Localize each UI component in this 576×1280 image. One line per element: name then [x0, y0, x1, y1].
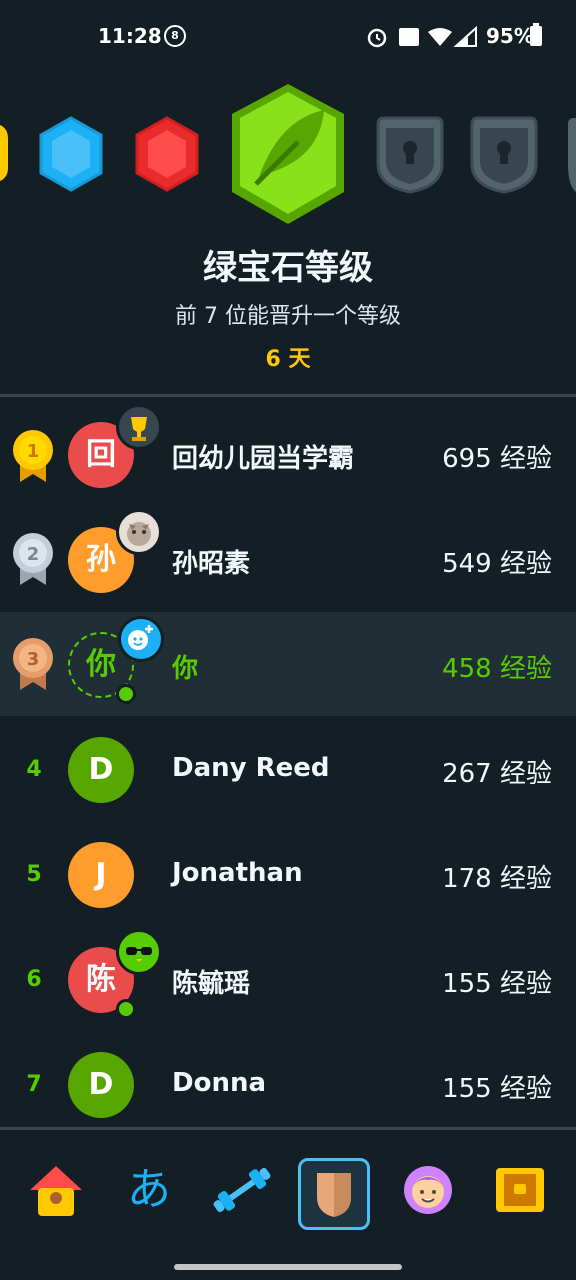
- divider: [0, 394, 576, 397]
- leaderboard-row[interactable]: 4 D Dany Reed 267 经验: [0, 717, 576, 821]
- profile-icon[interactable]: [392, 1154, 464, 1226]
- league-subtitle: 前 7 位能晋升一个等级: [175, 304, 401, 329]
- user-xp: 458 经验: [442, 654, 552, 684]
- locked-league-badge-icon: [470, 116, 538, 194]
- leaderboard-row[interactable]: 2 孙 孙昭素 549 经验: [0, 507, 576, 611]
- locked-league-badge-icon: [376, 116, 444, 194]
- notification-count-icon: 8: [164, 25, 186, 47]
- avatar: D: [68, 1052, 134, 1118]
- user-name: 陈毓瑶: [172, 969, 251, 999]
- league-title: 绿宝石等级: [203, 248, 373, 288]
- online-indicator: [116, 999, 136, 1019]
- sapphire-league-badge-icon: [39, 116, 103, 192]
- user-name: Jonathan: [172, 858, 303, 888]
- user-name: Donna: [172, 1068, 267, 1098]
- user-name: 你: [172, 654, 199, 684]
- ruby-league-badge-icon: [135, 116, 199, 192]
- volte-icon: [399, 28, 419, 46]
- battery-percent: 95%: [486, 24, 534, 48]
- locked-league-badge-icon: [568, 118, 576, 192]
- user-xp: 549 经验: [442, 549, 552, 579]
- gold-league-badge-icon: [0, 125, 8, 181]
- bottom-nav: あ: [0, 1132, 576, 1252]
- home-icon[interactable]: [20, 1154, 92, 1226]
- medal-rank: 2: [27, 544, 40, 565]
- divider: [0, 1127, 576, 1130]
- practice-icon[interactable]: [206, 1154, 278, 1226]
- bronze-medal-icon: 3: [13, 638, 53, 690]
- emerald-league-badge-icon: [232, 84, 344, 224]
- user-name: Dany Reed: [172, 753, 330, 783]
- user-name: 孙昭素: [172, 549, 251, 579]
- user-xp: 155 经验: [442, 969, 552, 999]
- shop-icon[interactable]: [484, 1154, 556, 1226]
- leaderboard-row[interactable]: 1 回 回幼儿园当学霸 695 经验: [0, 402, 576, 506]
- avatar: D: [68, 737, 134, 803]
- gold-medal-icon: 1: [13, 430, 53, 482]
- leaderboard-row[interactable]: 7 D Donna 155 经验: [0, 1032, 576, 1136]
- alarm-icon: [367, 28, 387, 48]
- wifi-icon: [428, 28, 452, 46]
- duo-sunglasses-icon: [116, 929, 162, 975]
- user-xp: 178 经验: [442, 864, 552, 894]
- user-name: 回幼儿园当学霸: [172, 444, 355, 474]
- cat-avatar-icon: [116, 509, 162, 555]
- shield-icon: [317, 1173, 351, 1217]
- leaderboard-icon[interactable]: [298, 1158, 370, 1230]
- status-icons: [367, 26, 477, 48]
- add-avatar-icon[interactable]: [118, 616, 164, 662]
- leaderboard-row[interactable]: 5 J Jonathan 178 经验: [0, 822, 576, 926]
- home-indicator[interactable]: [174, 1264, 402, 1270]
- rank-number: 5: [26, 862, 42, 887]
- medal-rank: 3: [27, 649, 40, 670]
- signal-icon: [453, 26, 477, 47]
- medal-rank: 1: [27, 441, 40, 462]
- avatar: J: [68, 842, 134, 908]
- rank-number: 7: [26, 1072, 42, 1097]
- league-days-left: 6 天: [265, 347, 311, 372]
- user-xp: 155 经验: [442, 1074, 552, 1104]
- rank-number: 6: [26, 967, 42, 992]
- trophy-icon: [116, 404, 162, 450]
- silver-medal-icon: 2: [13, 533, 53, 585]
- online-indicator: [116, 684, 136, 704]
- leaderboard-row[interactable]: 6 陈 陈毓瑶 155 经验: [0, 927, 576, 1031]
- leaderboard-row-current-user[interactable]: 3 你 你 458 经验: [0, 612, 576, 716]
- league-badges-carousel[interactable]: [0, 78, 576, 228]
- user-xp: 695 经验: [442, 444, 552, 474]
- battery-icon: [530, 23, 542, 46]
- user-xp: 267 经验: [442, 759, 552, 789]
- status-bar: 11:28 8 95%: [0, 0, 576, 72]
- characters-icon[interactable]: あ: [113, 1154, 185, 1226]
- status-time: 11:28: [98, 24, 162, 48]
- rank-number: 4: [26, 757, 42, 782]
